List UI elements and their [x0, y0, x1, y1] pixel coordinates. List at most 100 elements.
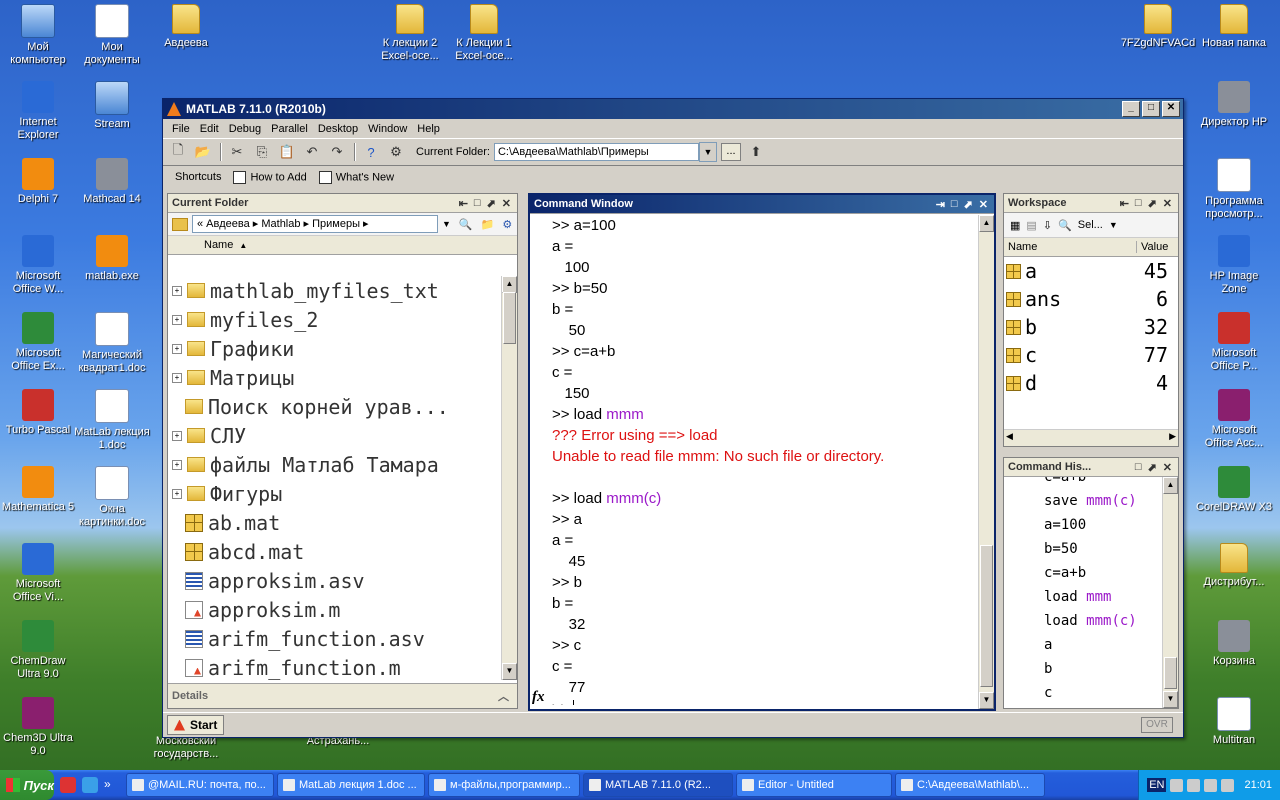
undo-icon[interactable]: ↶ [303, 143, 321, 161]
matlab-titlebar[interactable]: MATLAB 7.11.0 (R2010b) _ □ ✕ [163, 99, 1183, 119]
help-icon[interactable]: ? [362, 143, 380, 161]
desktop-icon[interactable]: Chem3D Ultra 9.0 [0, 697, 76, 758]
menu-file[interactable]: File [167, 123, 195, 135]
desktop-icon[interactable]: Авдеева [148, 4, 224, 50]
desktop-icon[interactable]: ChemDraw Ultra 9.0 [0, 620, 76, 681]
file-list-header[interactable]: Name ▲ [168, 236, 517, 255]
chevron-down-icon[interactable]: ▼ [1109, 220, 1118, 230]
taskbar-button[interactable]: MATLAB 7.11.0 (R2... [583, 773, 733, 797]
expand-icon[interactable]: + [172, 343, 182, 354]
file-row[interactable]: + Матрицы [168, 363, 501, 392]
dock-icon[interactable]: ⬈ [487, 197, 496, 210]
file-row[interactable]: arifm_function.asv [168, 624, 501, 653]
fx-icon[interactable]: fx [532, 689, 545, 706]
current-folder-input[interactable]: C:\Авдеева\Mathlab\Примеры [493, 143, 699, 161]
menu-desktop[interactable]: Desktop [313, 123, 363, 135]
undock-icon[interactable]: ⇤ [1120, 197, 1129, 210]
ie-icon[interactable] [82, 777, 98, 793]
current-folder-dropdown[interactable]: ▼ [698, 142, 717, 162]
desktop-icon[interactable]: CorelDRAW X3 [1196, 466, 1272, 514]
desktop-icon[interactable]: Новая папка [1196, 4, 1272, 50]
file-list-scrollbar[interactable]: ▲ ▼ [501, 276, 517, 680]
history-item[interactable]: c [1004, 681, 1162, 705]
close-panel-icon[interactable]: ✕ [1163, 197, 1172, 210]
browse-folder-button[interactable]: ... [720, 143, 741, 161]
file-row[interactable]: + myfiles_2 [168, 305, 501, 334]
search-icon[interactable]: 🔍 [459, 218, 473, 231]
close-button[interactable]: ✕ [1162, 101, 1180, 117]
menu-edit[interactable]: Edit [195, 123, 224, 135]
scroll-thumb[interactable] [503, 292, 516, 344]
folder-path-input[interactable]: « Авдеева ▸ Mathlab ▸ Примеры ▸ [192, 215, 438, 233]
file-row[interactable]: approksim.m [168, 595, 501, 624]
workspace-row[interactable]: d4 [1004, 369, 1178, 397]
history-scrollbar[interactable]: ▲ ▼ [1162, 477, 1178, 708]
opera-icon[interactable] [60, 777, 76, 793]
expand-icon[interactable]: + [172, 372, 182, 383]
command-scrollbar[interactable]: ▲ ▼ [978, 215, 994, 709]
scroll-down-icon[interactable]: ▼ [502, 663, 517, 680]
antivirus-icon[interactable] [1204, 778, 1218, 792]
desktop-icon[interactable]: Mathcad 14 [74, 158, 150, 206]
maximize-panel-icon[interactable]: □ [1135, 197, 1142, 210]
matlab-start-button[interactable]: Start [167, 715, 225, 735]
workspace-row[interactable]: a 45 [1004, 257, 1178, 285]
scroll-right-icon[interactable]: ▶ [1169, 431, 1176, 442]
whats-new-link[interactable]: What's New [318, 170, 394, 184]
command-output[interactable]: >> a=100 a = 100 >> b=50 b = 50 >> c=a+b c = … [552, 215, 978, 705]
start-button[interactable]: Пуск [0, 770, 54, 800]
desktop-icon[interactable]: Microsoft Office Ex... [0, 312, 76, 373]
dock-icon[interactable]: ⬈ [1148, 197, 1157, 210]
simulink-icon[interactable]: ⚙ [387, 143, 405, 161]
desktop-icon[interactable]: Дистрибут... [1196, 543, 1272, 589]
clock[interactable]: 21:01 [1244, 779, 1272, 791]
desktop-icon[interactable]: matlab.exe [74, 235, 150, 283]
desktop-icon[interactable]: MatLab лекция 1.doc [74, 389, 150, 452]
workspace-row[interactable]: c 77 [1004, 341, 1178, 369]
scroll-left-icon[interactable]: ◀ [1006, 431, 1013, 442]
how-to-add-link[interactable]: How to Add [233, 170, 307, 184]
ws-value-column[interactable]: Value [1136, 241, 1168, 253]
file-row[interactable]: + mathlab_myfiles_txt [168, 276, 501, 305]
desktop-icon[interactable]: Программа просмотр... [1196, 158, 1272, 221]
maximize-button[interactable]: □ [1142, 101, 1160, 117]
desktop-icon[interactable]: К Лекции 1 Excel-осе... [446, 4, 522, 63]
history-item[interactable]: a [1004, 633, 1162, 657]
desktop-icon[interactable]: Turbo Pascal [0, 389, 76, 437]
minimize-button[interactable]: _ [1122, 101, 1140, 117]
close-panel-icon[interactable]: ✕ [979, 198, 988, 211]
menu-parallel[interactable]: Parallel [266, 123, 313, 135]
ws-name-column[interactable]: Name [1004, 241, 1136, 253]
file-row[interactable]: + Фигуры [168, 479, 501, 508]
history-item[interactable]: b [1004, 657, 1162, 681]
file-row[interactable]: ab.mat [168, 508, 501, 537]
desktop-icon[interactable]: Microsoft Office P... [1196, 312, 1272, 373]
desktop-icon[interactable]: Корзина [1196, 620, 1272, 668]
undock-icon[interactable]: ⇤ [459, 197, 468, 210]
scroll-down-icon[interactable]: ▼ [979, 692, 994, 709]
taskbar-button[interactable]: C:\Авдеева\Mathlab\... [895, 773, 1045, 797]
desktop-icon[interactable]: Мои документы [74, 4, 150, 67]
undock-icon[interactable]: ⇥ [936, 198, 945, 211]
open-folder-icon[interactable]: 📂 [194, 143, 212, 161]
file-row[interactable]: + файлы Матлаб Тамара [168, 450, 501, 479]
menu-debug[interactable]: Debug [224, 123, 266, 135]
expand-icon[interactable]: + [172, 285, 182, 296]
desktop-icon[interactable]: Mathematica 5 [0, 466, 76, 514]
scroll-up-icon[interactable]: ▲ [502, 276, 517, 293]
file-row[interactable]: + Графики [168, 334, 501, 363]
new-file-icon[interactable]: 🗋 [169, 142, 187, 161]
dock-icon[interactable]: ⬈ [1148, 461, 1157, 474]
desktop-icon[interactable]: Microsoft Office Vi... [0, 543, 76, 604]
network-icon[interactable] [1170, 778, 1184, 792]
paste-icon[interactable]: 📋 [278, 143, 296, 161]
open-variable-icon[interactable]: ▤ [1026, 219, 1036, 232]
desktop-icon[interactable]: Директор HP [1196, 81, 1272, 129]
desktop-icon[interactable]: Multitran [1196, 697, 1272, 747]
desktop-icon[interactable]: Stream [74, 81, 150, 131]
scroll-thumb[interactable] [980, 545, 993, 687]
more-icon[interactable]: » [104, 777, 120, 793]
taskbar-button[interactable]: MatLab лекция 1.doc ... [277, 773, 425, 797]
close-panel-icon[interactable]: ✕ [1163, 461, 1172, 474]
expand-icon[interactable]: + [172, 459, 182, 470]
